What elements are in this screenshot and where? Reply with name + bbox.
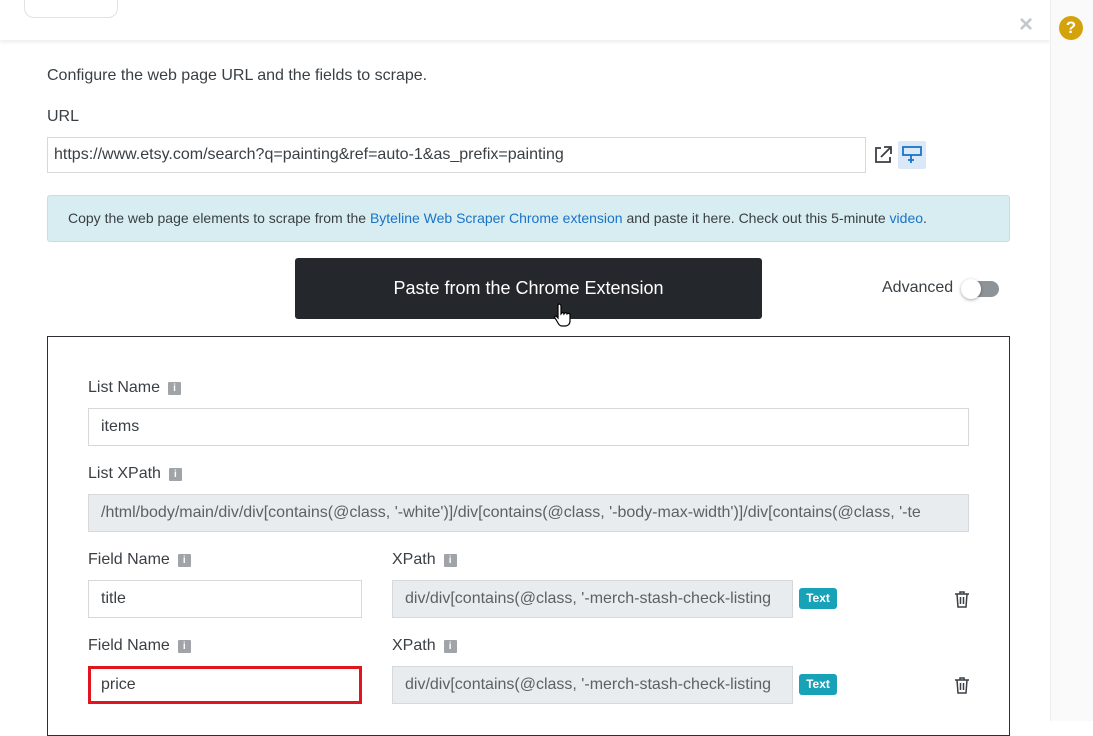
- intro-text: Configure the web page URL and the field…: [47, 67, 428, 84]
- field-name-input-highlighted[interactable]: price: [88, 666, 362, 704]
- info-banner: Copy the web page elements to scrape fro…: [47, 195, 1010, 242]
- xpath-label: XPath i: [392, 637, 457, 655]
- paste-from-extension-button[interactable]: Paste from the Chrome Extension: [295, 258, 762, 319]
- text-type-badge[interactable]: Text: [799, 674, 837, 695]
- trash-icon[interactable]: [954, 590, 970, 608]
- close-icon[interactable]: ×: [1015, 13, 1037, 37]
- field-xpath-input[interactable]: div/div[contains(@class, '-merch-stash-c…: [392, 666, 793, 704]
- trash-icon[interactable]: [954, 676, 970, 694]
- xpath-label: XPath i: [392, 551, 457, 569]
- url-label: URL: [47, 108, 80, 125]
- info-icon[interactable]: i: [168, 382, 182, 395]
- top-bar: [0, 0, 1050, 40]
- text-type-badge[interactable]: Text: [799, 588, 837, 609]
- help-icon[interactable]: ?: [1059, 16, 1083, 40]
- element-picker-button[interactable]: [898, 141, 926, 169]
- url-input[interactable]: https://www.etsy.com/search?q=painting&r…: [47, 137, 866, 173]
- list-name-label-text: List Name: [88, 379, 161, 396]
- info-icon[interactable]: i: [177, 640, 191, 653]
- field-name-label-text: Field Name: [88, 551, 170, 568]
- external-link-icon[interactable]: [872, 144, 894, 166]
- banner-text-middle: and paste it here. Check out this 5-minu…: [622, 210, 890, 226]
- advanced-toggle[interactable]: [961, 279, 999, 299]
- banner-text-before: Copy the web page elements to scrape fro…: [68, 210, 370, 226]
- xpath-label-text: XPath: [392, 637, 436, 654]
- info-icon[interactable]: i: [443, 640, 457, 653]
- list-name-label: List Name i: [88, 379, 182, 397]
- field-name-input[interactable]: title: [88, 580, 362, 618]
- list-xpath-label: List XPath i: [88, 465, 182, 483]
- field-xpath-input[interactable]: div/div[contains(@class, '-merch-stash-c…: [392, 580, 793, 618]
- top-tab-button[interactable]: [24, 0, 118, 18]
- element-picker-icon: [902, 146, 922, 163]
- advanced-label: Advanced: [882, 279, 954, 296]
- field-name-label-text: Field Name: [88, 637, 170, 654]
- chrome-extension-link[interactable]: Byteline Web Scraper Chrome extension: [370, 210, 623, 226]
- field-name-label: Field Name i: [88, 637, 191, 655]
- toggle-knob: [961, 279, 981, 299]
- banner-text-after: .: [923, 210, 927, 226]
- list-xpath-input[interactable]: /html/body/main/div/div[contains(@class,…: [88, 494, 969, 532]
- list-name-input[interactable]: items: [88, 408, 969, 446]
- field-name-label: Field Name i: [88, 551, 191, 569]
- video-link[interactable]: video: [890, 210, 923, 226]
- xpath-label-text: XPath: [392, 551, 436, 568]
- hand-cursor-icon: [553, 303, 571, 327]
- right-rail: [1050, 0, 1093, 721]
- info-icon[interactable]: i: [443, 554, 457, 567]
- info-icon[interactable]: i: [177, 554, 191, 567]
- info-icon[interactable]: i: [168, 468, 182, 481]
- list-xpath-label-text: List XPath: [88, 465, 161, 482]
